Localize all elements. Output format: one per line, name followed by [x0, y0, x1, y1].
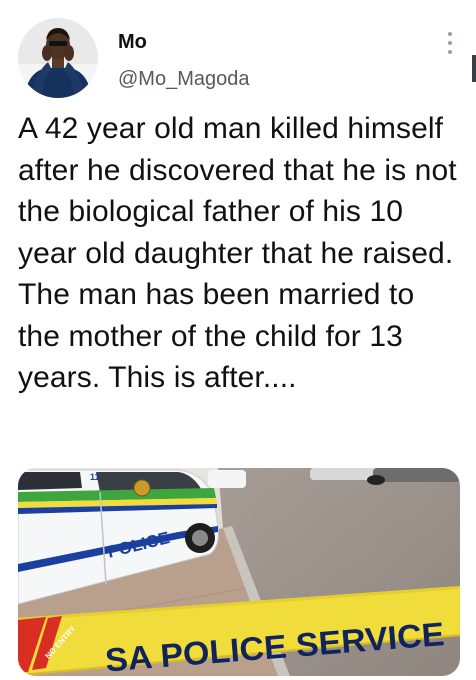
tweet-text: A 42 year old man killed himself after h…	[18, 112, 457, 394]
more-dot	[448, 32, 452, 36]
more-dot	[448, 41, 452, 45]
van-plate-text: 11	[90, 472, 100, 482]
avatar[interactable]	[18, 18, 98, 98]
avatar-photo	[18, 18, 98, 98]
author-handle[interactable]: @Mo_Magoda	[118, 68, 249, 91]
police-scene-photo: 11 POLICE NO ENTRY SA POLICE SERVICE	[18, 468, 460, 676]
scroll-edge-indicator	[472, 55, 476, 82]
more-vertical-icon[interactable]	[440, 28, 460, 58]
tweet-header: Mo @Mo_Magoda	[0, 0, 476, 105]
more-dot	[448, 50, 452, 54]
author-name[interactable]: Mo	[118, 31, 147, 54]
tweet-media-image[interactable]: 11 POLICE NO ENTRY SA POLICE SERVICE	[18, 468, 460, 676]
